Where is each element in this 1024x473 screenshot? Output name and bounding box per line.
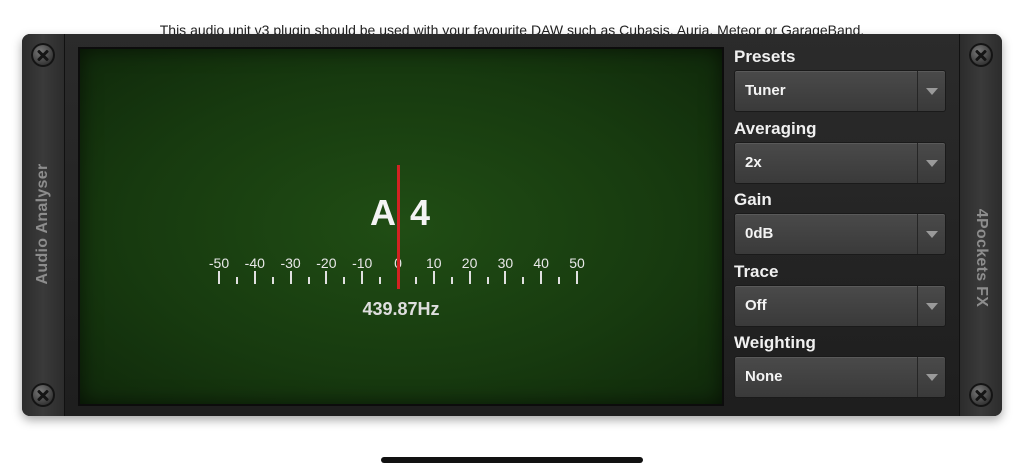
- scale-tick: [379, 277, 382, 284]
- scale-tick: [271, 277, 274, 284]
- gain-dropdown[interactable]: 0dB: [734, 213, 946, 255]
- scale-tick: [468, 271, 471, 284]
- screw-icon: [969, 383, 993, 407]
- screw-icon: [31, 43, 55, 67]
- dropdown-button[interactable]: [917, 71, 945, 111]
- plugin-panel: Audio Analyser 4Pockets FX A4 -50 -40 -30-…: [22, 34, 1002, 416]
- tuner-scale-ticks: [80, 271, 722, 287]
- scale-label: -20: [316, 255, 337, 271]
- dropdown-value: 2x: [745, 153, 762, 171]
- dropdown-button[interactable]: [917, 214, 945, 254]
- chevron-down-icon: [926, 88, 938, 95]
- scale-tick: [414, 277, 417, 284]
- control-label: Presets: [734, 47, 796, 66]
- scale-tick: [576, 271, 578, 284]
- scale-tick: [432, 271, 435, 284]
- trace-dropdown[interactable]: Off: [734, 284, 946, 327]
- plugin-name-label: Audio Analyser: [34, 163, 51, 285]
- brand-label: 4Pockets FX: [973, 208, 990, 308]
- dropdown-button[interactable]: [917, 357, 945, 397]
- scale-tick: [253, 271, 256, 284]
- scale-label: -50: [208, 255, 230, 271]
- presets-dropdown[interactable]: Tuner: [734, 70, 946, 112]
- tuner-display: A4 -50-40-30-20-1001020304050 439.87Hz: [78, 47, 724, 406]
- control-trace: Trace Off: [734, 261, 948, 333]
- scale-tick: [343, 277, 346, 284]
- scale-tick: [325, 271, 328, 284]
- control-gain: Gain 0dB: [734, 189, 948, 261]
- scale-label: 30: [497, 255, 514, 271]
- control-label: Trace: [734, 261, 779, 281]
- dropdown-value: 0dB: [745, 225, 774, 242]
- scale-tick: [289, 271, 292, 284]
- scale-tick: [486, 277, 489, 284]
- scale-tick: [361, 271, 364, 284]
- scale-tick: [558, 277, 561, 284]
- scale-label: 50: [569, 255, 585, 271]
- controls-panel: Presets Tuner Averaging 2x Gain 0dB Trac…: [734, 46, 948, 404]
- averaging-dropdown[interactable]: 2x: [734, 141, 946, 184]
- scale-tick: [307, 277, 310, 284]
- screw-icon: [969, 43, 993, 67]
- scale-tick: [450, 277, 453, 284]
- control-weighting: Weighting None: [734, 332, 948, 404]
- scale-tick: [504, 271, 507, 284]
- scale-label: -30: [280, 255, 301, 271]
- dropdown-button[interactable]: [917, 285, 945, 326]
- scale-label: -40: [244, 255, 265, 271]
- tuner-frequency: 439.87Hz: [362, 299, 440, 319]
- control-label: Gain: [734, 190, 772, 209]
- weighting-dropdown[interactable]: None: [734, 356, 946, 398]
- screw-icon: [31, 383, 55, 407]
- home-indicator: [381, 457, 643, 463]
- scale-tick: [522, 277, 525, 284]
- scale-tick: [540, 271, 543, 284]
- control-averaging: Averaging 2x: [734, 118, 948, 190]
- scale-label: 10: [426, 255, 442, 271]
- control-label: Averaging: [734, 118, 817, 138]
- dropdown-value: Tuner: [745, 82, 786, 99]
- dropdown-value: None: [745, 368, 783, 385]
- chevron-down-icon: [926, 302, 938, 310]
- chevron-down-icon: [926, 231, 938, 238]
- scale-label: 20: [461, 255, 478, 271]
- scale-label: -10: [352, 255, 373, 271]
- dropdown-value: Off: [745, 296, 767, 314]
- tuner-note: A4: [369, 192, 445, 233]
- control-presets: Presets Tuner: [734, 46, 948, 118]
- scale-tick: [218, 271, 220, 284]
- control-label: Weighting: [734, 333, 816, 352]
- chevron-down-icon: [926, 159, 938, 167]
- dropdown-button[interactable]: [917, 142, 945, 183]
- tuner-needle: [396, 165, 400, 289]
- scale-tick: [235, 277, 238, 284]
- chevron-down-icon: [926, 374, 938, 381]
- scale-label: 40: [533, 255, 549, 271]
